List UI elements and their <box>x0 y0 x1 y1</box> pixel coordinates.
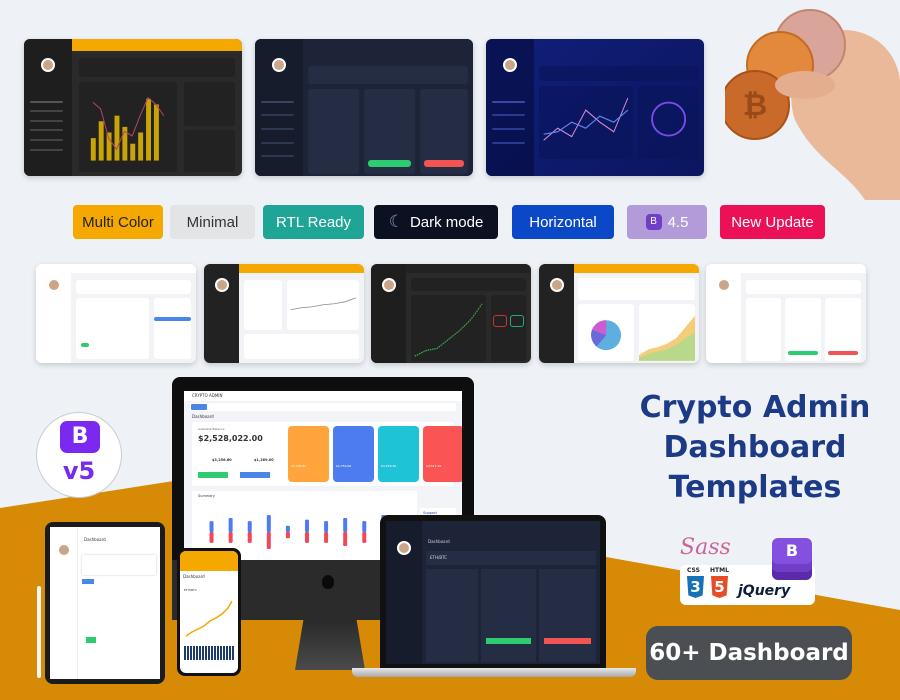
phone-line-chart <box>185 600 233 637</box>
laptop-sell-button[interactable] <box>544 638 591 644</box>
bootstrap-v5-badge: B v5 <box>36 412 122 498</box>
badge-dark-mode: ☾ Dark mode <box>374 205 498 239</box>
coin-card-bitconnect[interactable]: $4,521.50 <box>423 426 462 482</box>
tablet-buy-button[interactable] <box>86 637 96 643</box>
badge-horizontal: Horizontal <box>512 205 614 239</box>
bootstrap-icon: B <box>60 421 100 453</box>
laptop-base <box>352 668 636 677</box>
imac-balance-card: Available Balance $2,528,022.00 $3,256.6… <box>192 422 462 486</box>
summary-bar-blue <box>247 521 252 532</box>
avatar <box>502 58 517 73</box>
imac-page-title: Dashboard <box>192 414 214 419</box>
summary-bar-blue <box>343 518 348 532</box>
send-button[interactable] <box>240 472 270 478</box>
badge-multi-color: Multi Color <box>73 205 163 239</box>
coins-hand-illustration: ₿ <box>725 9 900 200</box>
thumb-header <box>302 39 473 52</box>
jquery-logo-icon: jQuery <box>738 583 791 599</box>
thumb-body <box>72 51 242 176</box>
moon-icon: ☾ <box>388 212 404 231</box>
avatar <box>271 58 286 73</box>
thumb-sidebar <box>486 39 534 176</box>
apple-logo-icon <box>322 575 334 589</box>
summary-bar-blue <box>228 518 233 532</box>
thumb-donut-chart <box>650 101 686 137</box>
thumb-header <box>71 39 242 52</box>
bootstrap-icon: B <box>645 214 662 230</box>
tablet-screen: Dashboard <box>50 527 160 679</box>
summary-bar-blue <box>266 514 271 532</box>
thumb-sidebar <box>255 39 303 176</box>
summary-bar-red <box>324 532 329 543</box>
svg-text:₿: ₿ <box>743 88 767 123</box>
laptop-device: Dashboard ETH/BTC <box>380 515 606 670</box>
phone-screen: Dashboard ETH/BTC <box>180 551 238 673</box>
thumbnail-dark-candles[interactable] <box>371 264 531 363</box>
thumbnail-yellow-line[interactable] <box>204 264 364 363</box>
imac-stand <box>295 620 365 670</box>
thumbnail-light-minimal[interactable] <box>706 264 866 363</box>
summary-bar-red <box>209 532 214 543</box>
thumbnail-yellow-pie[interactable] <box>539 264 699 363</box>
summary-bar-red <box>285 532 290 539</box>
summary-bar-blue <box>362 521 367 532</box>
summary-bar-blue <box>305 519 309 532</box>
summary-bar-red <box>343 532 348 546</box>
thumb-line-chart <box>543 98 629 141</box>
headline: Crypto Admin Dashboard Templates <box>639 390 871 505</box>
summary-bar-blue <box>209 521 214 532</box>
summary-bar-blue <box>285 525 290 532</box>
badge-rtl-ready: RTL Ready <box>263 205 364 239</box>
bootstrap-version: v5 <box>62 457 96 485</box>
phone-device: Dashboard ETH/BTC <box>177 548 241 676</box>
imac-brand: CRYPTO ADMIN <box>192 393 223 398</box>
summary-bar-blue <box>324 521 329 532</box>
summary-bar-red <box>228 532 233 543</box>
css3-icon: CSS 3 <box>686 567 706 601</box>
stylus-pencil <box>37 586 41 678</box>
balance-amount: $2,528,022.00 <box>198 434 263 443</box>
thumb-bar-chart <box>90 97 164 162</box>
thumbnail-galaxy-blue[interactable] <box>486 39 704 176</box>
dashboard-count-badge: 60+ Dashboard <box>646 626 852 680</box>
summary-bar-red <box>362 532 367 543</box>
bootstrap-stack-icon: B <box>768 538 816 584</box>
thumb-sidebar <box>24 39 72 176</box>
summary-bar-red <box>266 532 271 550</box>
badge-new-update: New Update <box>720 205 825 239</box>
summary-bar-red <box>247 532 252 543</box>
thumb-body <box>303 51 473 176</box>
laptop-buy-button[interactable] <box>486 638 531 644</box>
thumb-body <box>534 51 704 176</box>
thumbnail-dark-yellow[interactable] <box>24 39 242 176</box>
badge-bootstrap-version: B 4.5 <box>627 205 707 239</box>
thumbnail-dark-navy[interactable] <box>255 39 473 176</box>
imac-nav <box>190 403 456 411</box>
receive-button[interactable] <box>198 472 228 478</box>
laptop-screen: Dashboard ETH/BTC <box>386 521 600 664</box>
html5-icon: HTML 5 <box>710 567 729 598</box>
coin-card-bitcoin[interactable]: $3,256.50 <box>288 426 329 482</box>
badge-minimal: Minimal <box>170 205 255 239</box>
tablet-device: Dashboard <box>45 522 165 684</box>
avatar <box>40 58 55 73</box>
sass-logo-icon: Sass <box>680 535 731 560</box>
thumbnail-light-trading[interactable] <box>36 264 196 363</box>
summary-bar-red <box>305 532 309 543</box>
coin-card-ripple[interactable]: $2,759.60 <box>333 426 374 482</box>
coin-card-tether[interactable]: $3,256.40 <box>378 426 419 482</box>
